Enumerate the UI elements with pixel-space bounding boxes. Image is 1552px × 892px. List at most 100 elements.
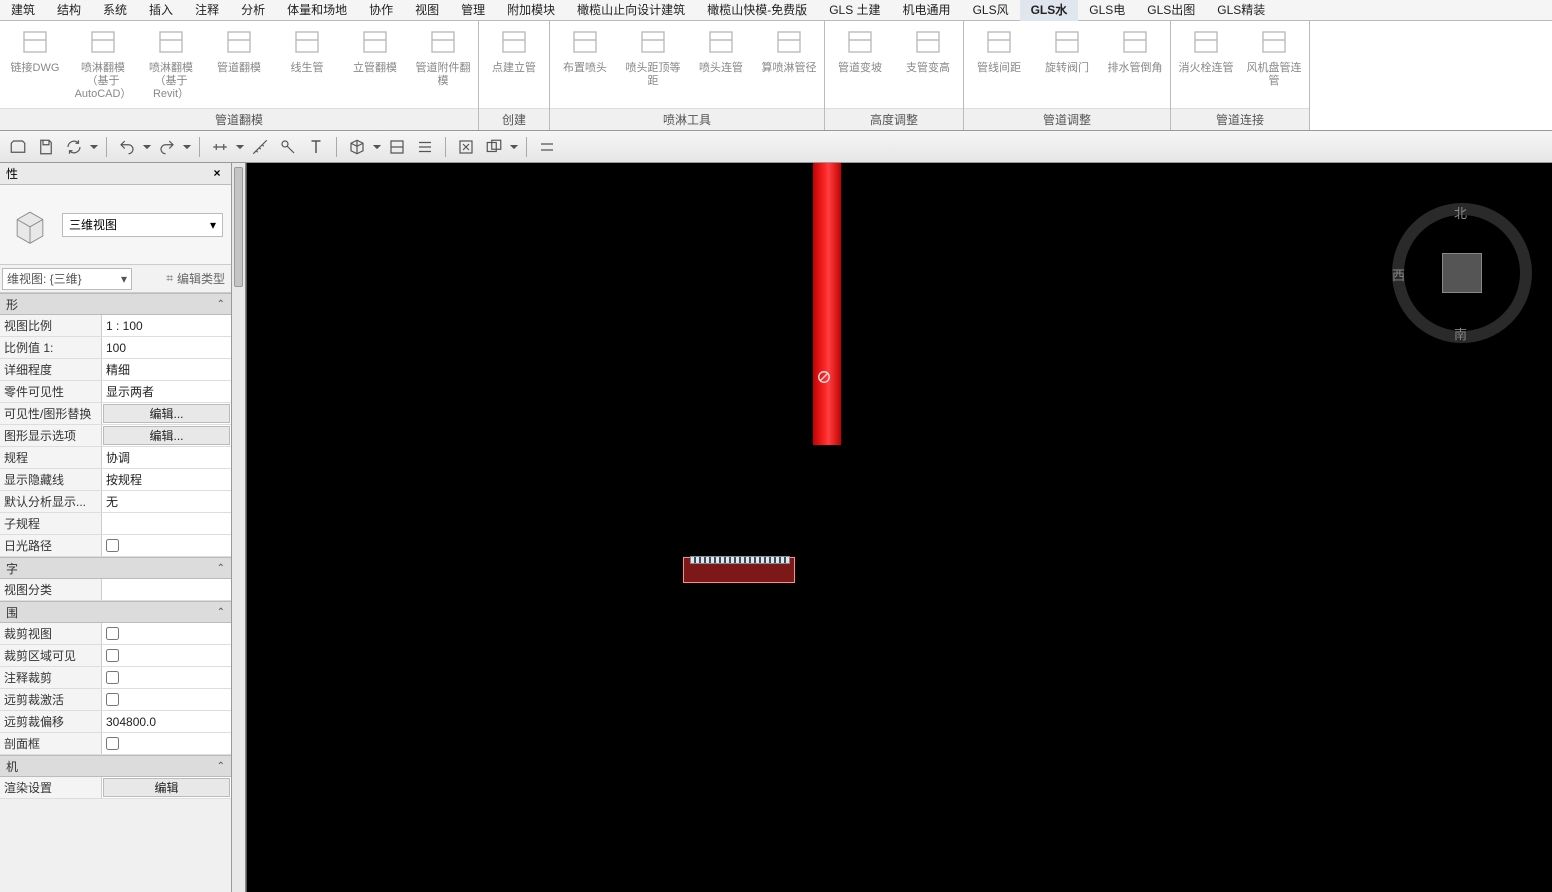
property-value[interactable]: 编辑... [103, 404, 230, 423]
dropdown-icon[interactable] [510, 135, 518, 159]
spray-top-dist-button[interactable]: 喷头距顶等距 [624, 25, 682, 88]
section-icon[interactable] [385, 135, 409, 159]
menu-item[interactable]: 插入 [138, 0, 184, 21]
property-category[interactable]: 围⌃ [0, 601, 231, 623]
property-value[interactable]: 精细 [102, 359, 231, 380]
save-icon[interactable] [34, 135, 58, 159]
menu-item[interactable]: GLS 土建 [818, 0, 891, 21]
property-checkbox[interactable] [106, 649, 119, 662]
menu-item[interactable]: 视图 [404, 0, 450, 21]
property-category[interactable]: 机⌃ [0, 755, 231, 777]
property-value[interactable]: 无 [102, 491, 231, 512]
menu-item[interactable]: 分析 [230, 0, 276, 21]
close-inactive-icon[interactable] [454, 135, 478, 159]
property-value[interactable] [102, 535, 231, 556]
property-value[interactable]: 编辑... [103, 426, 230, 445]
menu-item[interactable]: GLS电 [1078, 0, 1136, 21]
property-category[interactable]: 字⌃ [0, 557, 231, 579]
property-value[interactable]: 1 : 100 [102, 315, 231, 336]
property-value[interactable] [102, 513, 231, 534]
property-value[interactable] [102, 733, 231, 754]
open-icon[interactable] [6, 135, 30, 159]
redo-icon[interactable] [155, 135, 179, 159]
property-value[interactable]: 编辑 [103, 778, 230, 797]
property-value[interactable] [102, 645, 231, 666]
collapse-icon[interactable]: ⌃ [217, 607, 225, 618]
property-checkbox[interactable] [106, 539, 119, 552]
undo-icon[interactable] [115, 135, 139, 159]
instance-combo[interactable]: 维视图: {三维} ▾ [2, 268, 132, 290]
property-category[interactable]: 形⌃ [0, 293, 231, 315]
close-icon[interactable]: × [209, 166, 225, 182]
model-box-top[interactable] [690, 556, 790, 564]
property-checkbox[interactable] [106, 627, 119, 640]
properties-scrollbar[interactable] [232, 163, 246, 892]
branch-height-button[interactable]: 支管变高 [899, 25, 957, 75]
menu-item[interactable]: 协作 [358, 0, 404, 21]
riser-flip-button[interactable]: 立管翻模 [346, 25, 404, 75]
edit-type-button[interactable]: ⌗ 编辑类型 [160, 270, 231, 287]
viewport-3d[interactable]: 北 西 南 [246, 163, 1552, 892]
menu-item[interactable]: 注释 [184, 0, 230, 21]
dropdown-icon[interactable] [143, 135, 151, 159]
menu-item[interactable]: GLS水 [1020, 0, 1079, 21]
view-cube-north[interactable]: 北 [1454, 203, 1467, 222]
menu-item[interactable]: 附加模块 [496, 0, 566, 21]
property-value[interactable]: 显示两者 [102, 381, 231, 402]
dropdown-icon[interactable] [236, 135, 244, 159]
menu-item[interactable]: 机电通用 [892, 0, 962, 21]
spray-revit-button[interactable]: 喷淋翻模 （基于Revit） [142, 25, 200, 101]
model-column[interactable] [813, 163, 841, 445]
pipe-flip-button[interactable]: 管道翻模 [210, 25, 268, 75]
spray-connect-button[interactable]: 喷头连管 [692, 25, 750, 75]
menu-item[interactable]: 建筑 [0, 0, 46, 21]
property-value[interactable]: 100 [102, 337, 231, 358]
rotate-valve-button[interactable]: 旋转阀门 [1038, 25, 1096, 75]
property-checkbox[interactable] [106, 671, 119, 684]
property-value[interactable]: 304800.0 [102, 711, 231, 732]
measure-icon[interactable] [248, 135, 272, 159]
menu-item[interactable]: 橄榄山止向设计建筑 [566, 0, 696, 21]
menu-item[interactable]: GLS风 [962, 0, 1020, 21]
drain-chamfer-button[interactable]: 排水管倒角 [1106, 25, 1164, 75]
switch-window-icon[interactable] [482, 135, 506, 159]
thin-lines-icon[interactable] [413, 135, 437, 159]
property-value[interactable]: 协调 [102, 447, 231, 468]
menu-item[interactable]: GLS出图 [1136, 0, 1206, 21]
calc-spray-dia-button[interactable]: 算喷淋管径 [760, 25, 818, 75]
dropdown-icon[interactable] [90, 135, 98, 159]
collapse-icon[interactable]: ⌃ [217, 299, 225, 310]
menu-item[interactable]: 橄榄山快模-免费版 [696, 0, 818, 21]
align-icon[interactable] [208, 135, 232, 159]
spray-autocad-button[interactable]: 喷淋翻模 （基于AutoCAD） [74, 25, 132, 101]
property-value[interactable] [102, 623, 231, 644]
view-cube-west[interactable]: 西 [1392, 265, 1405, 284]
collapse-icon[interactable]: ⌃ [217, 761, 225, 772]
view3d-icon[interactable] [345, 135, 369, 159]
type-selector[interactable]: 三维视图 ▾ [62, 213, 223, 237]
menu-item[interactable]: 结构 [46, 0, 92, 21]
property-value[interactable] [102, 667, 231, 688]
pipe-slope-button[interactable]: 管道变坡 [831, 25, 889, 75]
pipe-acc-flip-button[interactable]: 管道附件翻模 [414, 25, 472, 88]
menu-item[interactable]: GLS精装 [1206, 0, 1276, 21]
view-cube-widget[interactable]: 北 西 南 [1392, 203, 1532, 343]
menu-item[interactable]: 体量和场地 [276, 0, 358, 21]
pipe-gap-button[interactable]: 管线间距 [970, 25, 1028, 75]
dropdown-icon[interactable] [183, 135, 191, 159]
line-pipe-button[interactable]: 线生管 [278, 25, 336, 75]
fcu-connect-button[interactable]: 风机盘管连管 [1245, 25, 1303, 88]
view-cube-face[interactable] [1442, 253, 1482, 293]
collapse-icon[interactable]: ⌃ [217, 563, 225, 574]
property-checkbox[interactable] [106, 737, 119, 750]
customize-icon[interactable] [535, 135, 559, 159]
menu-item[interactable]: 管理 [450, 0, 496, 21]
view-cube-south[interactable]: 南 [1454, 324, 1467, 343]
tag-icon[interactable] [276, 135, 300, 159]
menu-item[interactable]: 系统 [92, 0, 138, 21]
text-icon[interactable] [304, 135, 328, 159]
dropdown-icon[interactable] [373, 135, 381, 159]
property-value[interactable]: 按规程 [102, 469, 231, 490]
scrollbar-thumb[interactable] [234, 167, 243, 287]
place-spray-button[interactable]: 布置喷头 [556, 25, 614, 75]
